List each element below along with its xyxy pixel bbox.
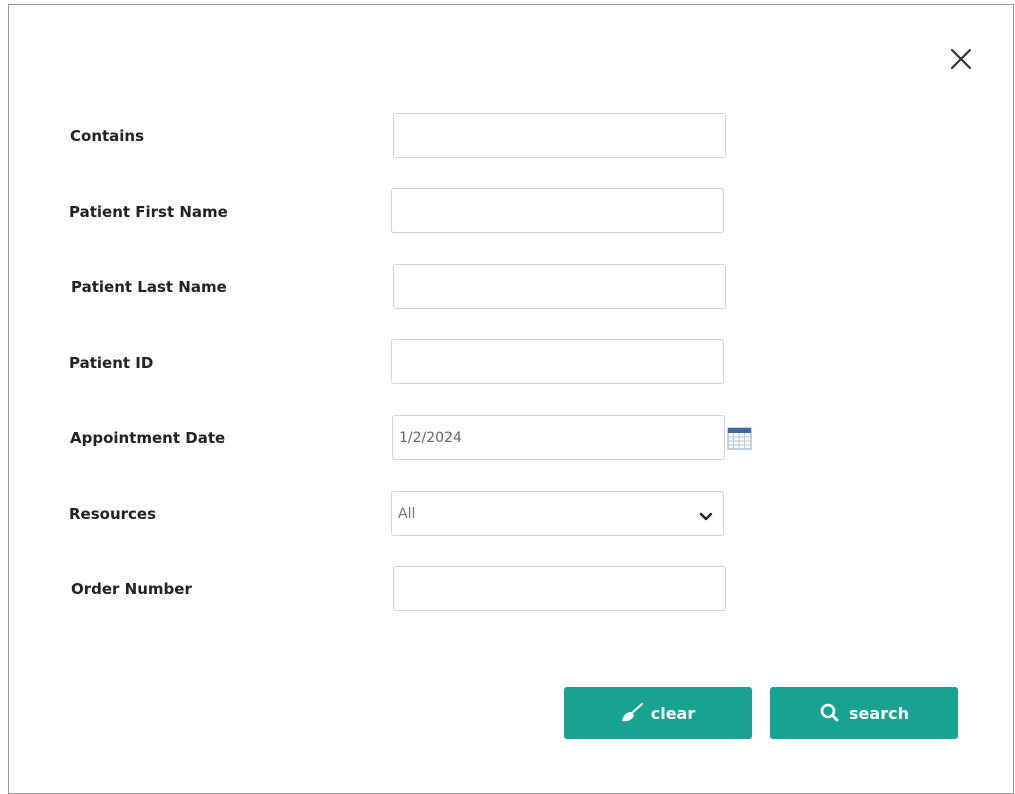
resources-label: Resources: [69, 505, 157, 523]
search-button-label: search: [849, 703, 909, 723]
magnifier-icon: [819, 703, 841, 723]
patient-id-label: Patient ID: [69, 354, 154, 372]
resources-selected-value: All: [398, 506, 416, 522]
patient-first-name-label: Patient First Name: [69, 203, 228, 221]
resources-select[interactable]: All: [391, 491, 724, 536]
appointment-date-label: Appointment Date: [70, 429, 226, 447]
clear-button[interactable]: clear: [564, 687, 752, 739]
order-number-input[interactable]: [393, 566, 726, 611]
patient-last-name-label: Patient Last Name: [71, 278, 227, 296]
order-number-label: Order Number: [71, 580, 192, 598]
patient-id-input[interactable]: [391, 339, 724, 384]
contains-label: Contains: [70, 127, 145, 145]
appointment-date-input[interactable]: [392, 415, 725, 460]
search-dialog: Contains Patient First Name Patient Last…: [8, 4, 1014, 794]
clear-button-label: clear: [650, 703, 696, 723]
broom-icon: [621, 703, 643, 723]
chevron-down-icon: [699, 508, 713, 521]
calendar-icon[interactable]: [727, 426, 752, 451]
close-icon[interactable]: [949, 47, 973, 71]
patient-first-name-input[interactable]: [391, 188, 724, 233]
contains-input[interactable]: [393, 113, 726, 158]
patient-last-name-input[interactable]: [393, 264, 726, 309]
search-button[interactable]: search: [770, 687, 958, 739]
